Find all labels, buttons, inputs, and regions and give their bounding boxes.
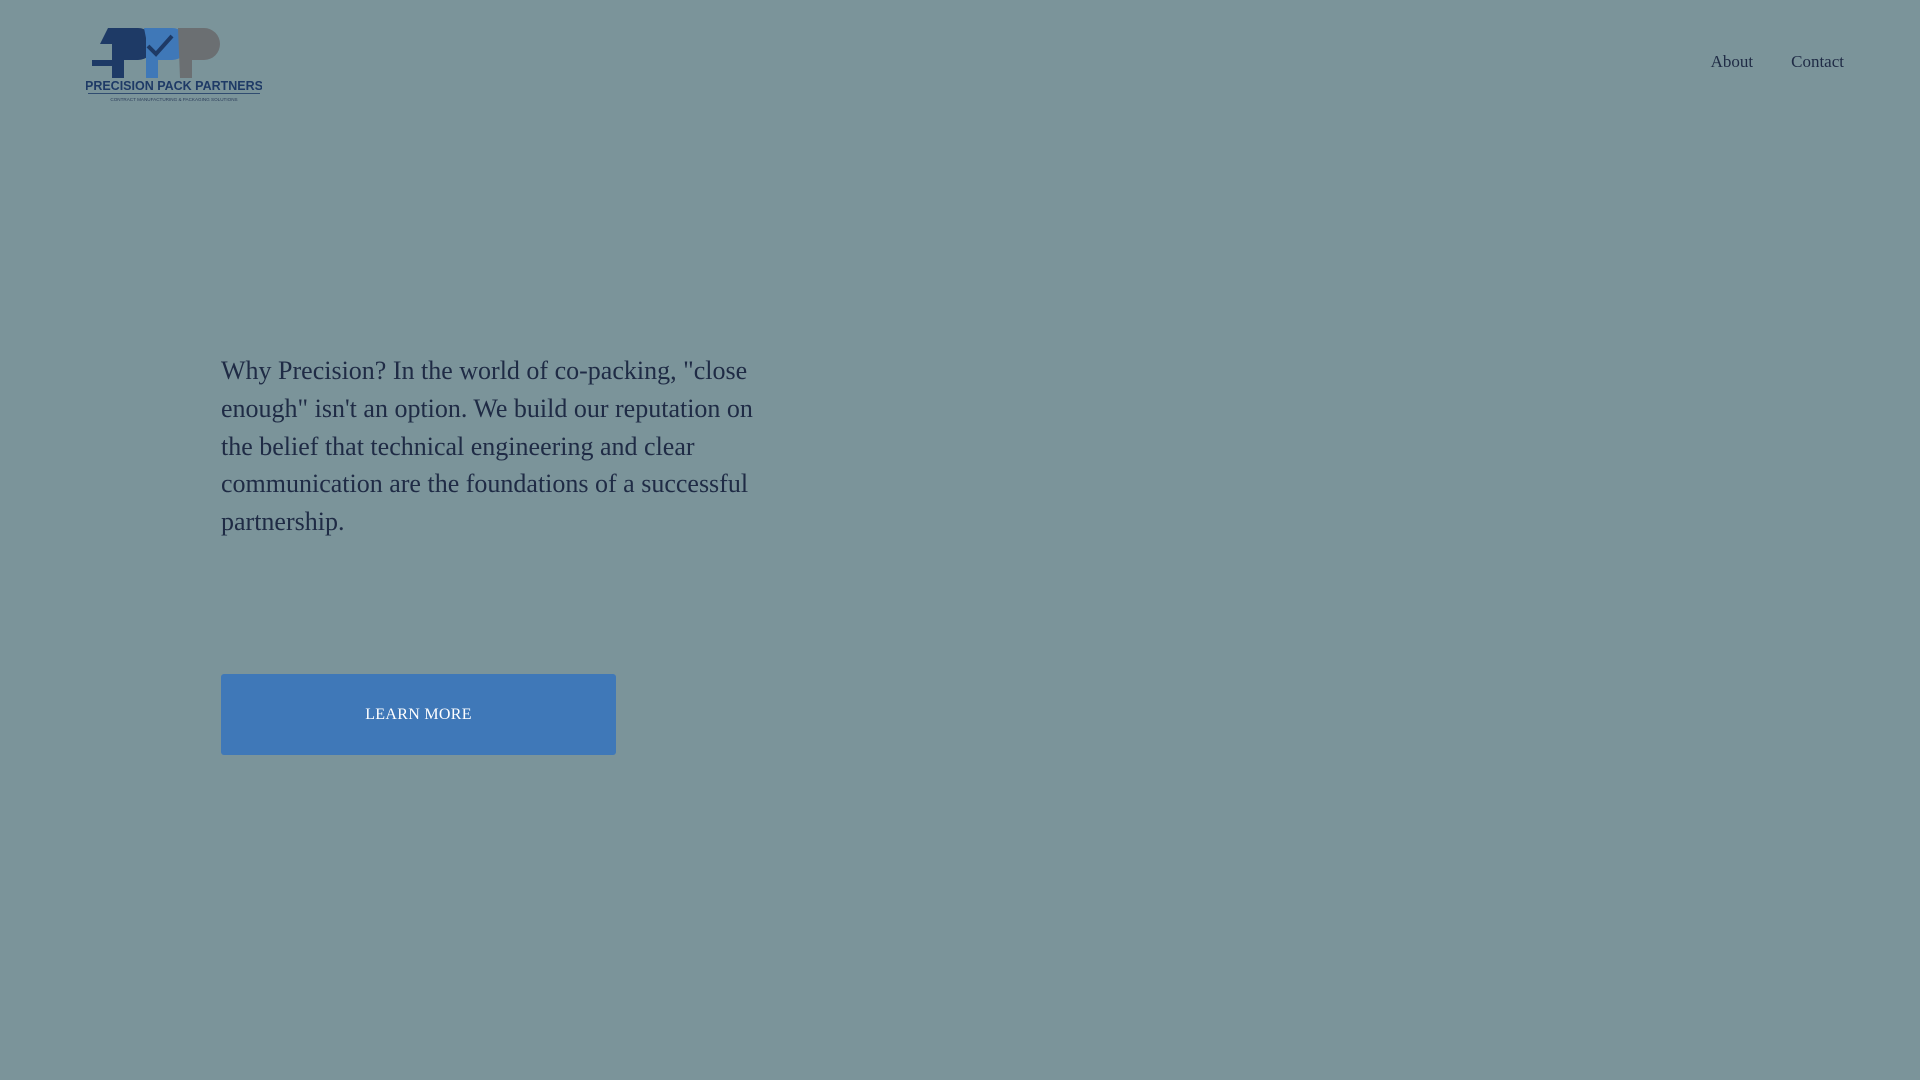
nav-contact[interactable]: Contact	[1791, 52, 1844, 72]
hero-text: Why Precision? In the world of co-packin…	[221, 356, 753, 537]
main-nav: About Contact	[1711, 52, 1844, 72]
learn-more-button[interactable]: LEARN MORE	[221, 674, 616, 755]
ppp-logo-icon: PRECISION PACK PARTNERS CONTRACT MANUFAC…	[85, 28, 263, 102]
nav-about[interactable]: About	[1711, 52, 1754, 72]
company-logo[interactable]: PRECISION PACK PARTNERS CONTRACT MANUFAC…	[85, 24, 263, 104]
svg-text:CONTRACT MANUFACTURING & PACKA: CONTRACT MANUFACTURING & PACKAGING SOLUT…	[110, 97, 237, 102]
svg-text:PRECISION PACK PARTNERS: PRECISION PACK PARTNERS	[86, 79, 262, 93]
